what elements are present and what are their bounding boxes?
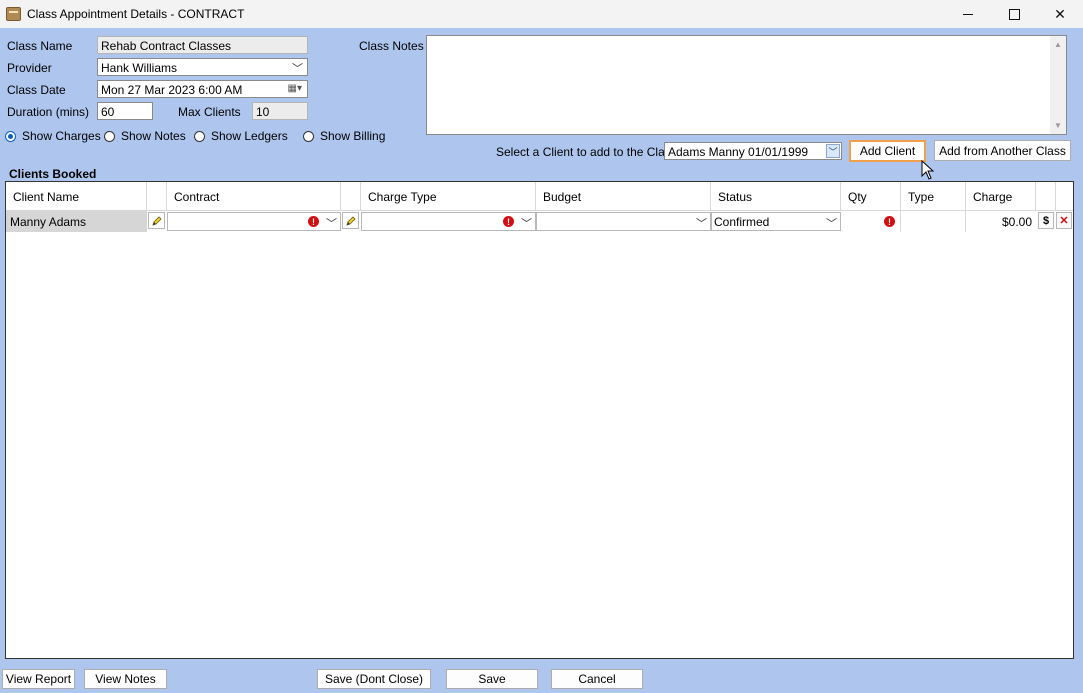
duration-field[interactable]: 60 — [97, 102, 153, 120]
chevron-down-icon[interactable]: ﹀ — [826, 144, 840, 158]
column-header-spacer — [1056, 182, 1073, 211]
radio-label: Show Ledgers — [211, 129, 288, 143]
radio-label: Show Billing — [320, 129, 386, 143]
error-icon: ! — [308, 216, 319, 227]
status-value: Confirmed — [714, 215, 770, 229]
column-header-qty[interactable]: Qty — [841, 182, 901, 211]
notes-scrollbar[interactable]: ▲ ▼ — [1050, 36, 1066, 134]
title-bar: Class Appointment Details - CONTRACT ✕ — [0, 0, 1083, 28]
chevron-down-icon[interactable]: ﹀ — [826, 215, 837, 231]
scroll-down-icon[interactable]: ▼ — [1054, 121, 1062, 130]
class-notes-textarea[interactable]: ▲ ▼ — [426, 35, 1067, 135]
maximize-icon — [1008, 8, 1020, 20]
edit-charge-type-button[interactable] — [342, 212, 359, 229]
minimize-icon — [963, 13, 973, 15]
cell-qty[interactable]: ! — [841, 211, 901, 232]
column-header-spacer — [1036, 182, 1056, 211]
radio-checked-icon — [5, 130, 16, 142]
chevron-down-icon: ﹀ — [292, 63, 303, 75]
clients-booked-title: Clients Booked — [9, 167, 97, 181]
scroll-up-icon[interactable]: ▲ — [1054, 40, 1062, 49]
class-notes-label: Class Notes — [359, 39, 424, 53]
duration-label: Duration (mins) — [7, 105, 90, 119]
cell-type[interactable] — [901, 211, 966, 232]
window-title: Class Appointment Details - CONTRACT — [27, 7, 245, 21]
provider-value: Hank Williams — [101, 61, 178, 75]
radio-label: Show Notes — [121, 129, 186, 143]
contract-dropdown[interactable]: ! ﹀ — [167, 212, 341, 231]
add-from-another-class-button[interactable]: Add from Another Class — [934, 140, 1071, 161]
column-header-spacer — [341, 182, 361, 211]
status-dropdown[interactable]: Confirmed ﹀ — [711, 212, 841, 231]
error-icon: ! — [503, 216, 514, 227]
radio-unchecked-icon — [194, 130, 205, 142]
app-icon — [6, 7, 21, 21]
remove-client-button[interactable]: ✕ — [1056, 212, 1072, 229]
save-button[interactable]: Save — [446, 669, 538, 689]
cell-client-name[interactable]: Manny Adams — [6, 211, 147, 232]
column-header-client-name[interactable]: Client Name — [6, 182, 147, 211]
client-select-combo[interactable]: Adams Manny 01/01/1999 ﹀ — [664, 142, 842, 160]
error-icon: ! — [884, 216, 895, 227]
column-header-type[interactable]: Type — [901, 182, 966, 211]
max-clients-label: Max Clients — [178, 105, 241, 119]
provider-label: Provider — [7, 61, 52, 75]
class-date-value: Mon 27 Mar 2023 6:00 AM — [101, 83, 243, 97]
max-clients-field[interactable]: 10 — [252, 102, 308, 120]
column-header-status[interactable]: Status — [711, 182, 841, 211]
save-dont-close-button[interactable]: Save (Dont Close) — [317, 669, 431, 689]
radio-unchecked-icon — [104, 130, 115, 142]
column-header-contract[interactable]: Contract — [167, 182, 341, 211]
radio-show-ledgers[interactable]: Show Ledgers — [194, 129, 288, 143]
radio-unchecked-icon — [303, 130, 314, 142]
column-header-spacer — [147, 182, 167, 211]
chevron-down-icon[interactable]: ﹀ — [521, 215, 532, 231]
minimize-button[interactable] — [945, 0, 991, 28]
dollar-icon: $ — [1042, 214, 1050, 227]
cancel-button[interactable]: Cancel — [551, 669, 643, 689]
radio-label: Show Charges — [22, 129, 101, 143]
column-header-charge[interactable]: Charge — [966, 182, 1036, 211]
maximize-button[interactable] — [991, 0, 1037, 28]
view-notes-button[interactable]: View Notes — [84, 669, 167, 689]
radio-show-notes[interactable]: Show Notes — [104, 129, 186, 143]
close-icon: ✕ — [1054, 5, 1066, 22]
class-date-label: Class Date — [7, 83, 66, 97]
provider-dropdown[interactable]: Hank Williams ﹀ — [97, 58, 308, 76]
charge-dollar-button[interactable]: $ — [1038, 212, 1054, 229]
clients-grid: Client Name Contract Charge Type Budget … — [5, 181, 1074, 659]
delete-x-icon: ✕ — [1059, 215, 1069, 227]
cell-charge[interactable]: $0.00 — [966, 211, 1036, 232]
pencil-icon — [345, 215, 356, 226]
view-report-button[interactable]: View Report — [2, 669, 75, 689]
close-button[interactable]: ✕ — [1037, 0, 1083, 28]
class-name-label: Class Name — [7, 39, 73, 53]
column-header-charge-type[interactable]: Charge Type — [361, 182, 536, 211]
class-name-field[interactable]: Rehab Contract Classes — [97, 36, 308, 54]
chevron-down-icon[interactable]: ﹀ — [326, 215, 337, 231]
class-date-picker[interactable]: Mon 27 Mar 2023 6:00 AM ▦▾ — [97, 80, 308, 98]
calendar-icon[interactable]: ▦▾ — [288, 83, 302, 94]
radio-show-billing[interactable]: Show Billing — [303, 129, 385, 143]
pencil-icon — [151, 215, 162, 226]
add-client-button[interactable]: Add Client — [849, 140, 926, 162]
mouse-cursor-icon — [921, 160, 935, 180]
chevron-down-icon[interactable]: ﹀ — [696, 215, 707, 231]
budget-dropdown[interactable]: ﹀ — [536, 212, 711, 231]
column-header-budget[interactable]: Budget — [536, 182, 711, 211]
select-client-label: Select a Client to add to the Class — [496, 145, 677, 159]
charge-type-dropdown[interactable]: ! ﹀ — [361, 212, 536, 231]
edit-contract-button[interactable] — [148, 212, 165, 229]
radio-show-charges[interactable]: Show Charges — [5, 129, 101, 143]
client-select-value: Adams Manny 01/01/1999 — [668, 145, 809, 159]
